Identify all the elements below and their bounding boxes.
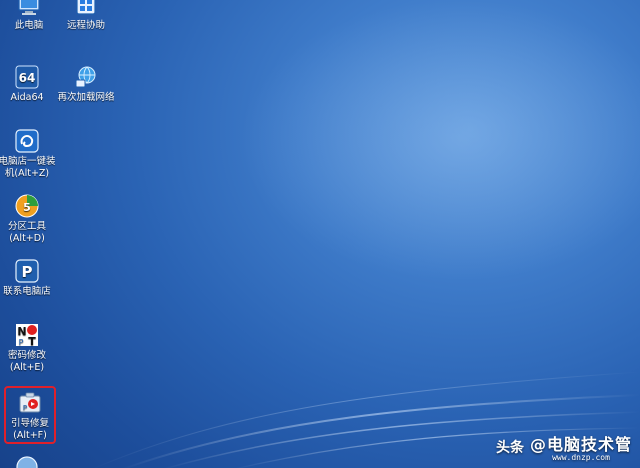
desktop-icon-label: 机(Alt+Z) (4, 168, 50, 179)
svg-text:5: 5 (23, 201, 31, 214)
desktop-icon-label: Aida64 (10, 92, 44, 103)
desktop-icon-label: 远程协助 (66, 20, 105, 31)
svg-text:P: P (23, 404, 27, 412)
svg-text:P: P (22, 263, 33, 281)
aida64-icon: 64 (15, 65, 39, 89)
globe-icon (16, 456, 38, 468)
boot-repair-icon: P (19, 392, 41, 413)
watermark-source: 头条 (495, 439, 524, 456)
svg-text:T: T (28, 335, 36, 348)
partition-tool-icon: 5 (15, 194, 39, 218)
desktop-icon-label: 分区工具 (7, 221, 46, 232)
network-globe-icon (75, 66, 96, 88)
desktop-icon-label: 引导修复 (10, 418, 49, 429)
desktop-icon-label: (Alt+F) (13, 430, 47, 441)
desktop-icon-contact-store[interactable]: P 联系电脑店 (0, 258, 60, 298)
desktop-icon-label: (Alt+D) (9, 233, 45, 244)
desktop-icon-label: 电脑店一键装 (0, 156, 56, 167)
desktop: 此电脑 远程协助 64 Aida64 再次加载网络 电脑店一键装 机(Alt+Z… (0, 0, 640, 468)
watermark-domain: www.dnzp.com (552, 453, 610, 462)
watermark-brand: @电脑技术管 www.dnzp.com (530, 431, 632, 462)
svg-text:N: N (17, 325, 26, 338)
desktop-icon-aida64[interactable]: 64 Aida64 (0, 64, 60, 104)
desktop-icon-remote-assist[interactable]: 远程协助 (53, 0, 119, 32)
desktop-icon-boot-repair[interactable]: P 引导修复 (Alt+F) (4, 386, 56, 444)
install-tool-icon (15, 129, 39, 153)
password-tool-icon: N T P (16, 324, 38, 348)
desktop-icon-label: 联系电脑店 (3, 286, 51, 297)
watermark-handle: @电脑技术管 (529, 435, 632, 454)
remote-assist-icon (76, 0, 96, 15)
desktop-icon-one-click-install[interactable]: 电脑店一键装 机(Alt+Z) (0, 128, 60, 180)
computer-icon (18, 0, 40, 15)
desktop-icon-reload-network[interactable]: 再次加载网络 (53, 64, 119, 104)
desktop-icon-password-change[interactable]: N T P 密码修改 (Alt+E) (0, 322, 60, 374)
watermark: 头条 @电脑技术管 www.dnzp.com (496, 431, 632, 462)
svg-text:64: 64 (19, 71, 36, 85)
contact-store-icon: P (15, 259, 39, 283)
desktop-icon-partition-tool[interactable]: 5 分区工具 (Alt+D) (0, 193, 60, 245)
desktop-icon-label: 再次加载网络 (57, 92, 115, 103)
desktop-icon-label: 密码修改 (7, 350, 46, 361)
desktop-icon-label: (Alt+E) (9, 362, 45, 373)
desktop-icon-partial[interactable] (0, 454, 60, 468)
svg-text:P: P (19, 338, 24, 347)
